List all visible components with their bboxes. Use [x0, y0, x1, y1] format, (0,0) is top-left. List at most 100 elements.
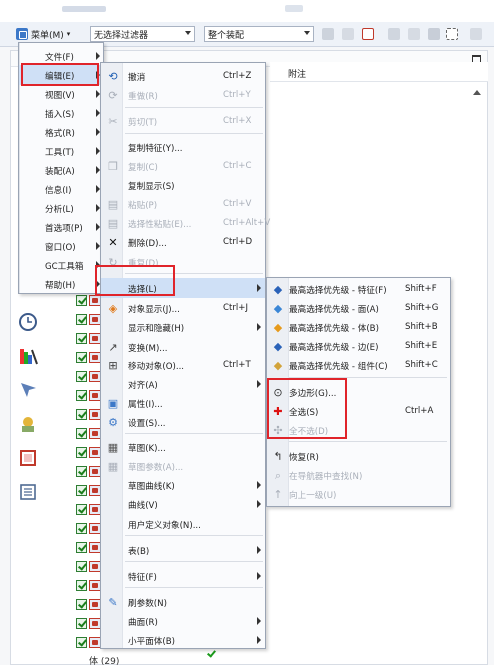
visibility-checkbox[interactable] — [76, 504, 87, 515]
edit-menu-item[interactable]: ⟳ 重做(R) Ctrl+Y — [101, 85, 265, 105]
edit-menu-item[interactable]: 曲面(R) — [101, 611, 265, 631]
edit-menu-item[interactable]: 选择(L) — [101, 278, 265, 298]
main-menu-item[interactable]: GC工具箱 — [19, 255, 103, 275]
menu-item-label: 装配(A) — [45, 167, 75, 177]
main-menu-item[interactable]: 分析(L) — [19, 198, 103, 218]
selection-scope-dropdown[interactable]: 整个装配 — [204, 26, 314, 42]
main-menu-item[interactable]: 信息(I) — [19, 179, 103, 199]
edit-menu-item[interactable]: ✎ 刷参数(N) — [101, 592, 265, 612]
visibility-checkbox[interactable] — [76, 371, 87, 382]
menu-item-label: 变换(M)... — [128, 344, 168, 354]
edit-menu-item[interactable]: 复制显示(S) — [101, 175, 265, 195]
visibility-checkbox[interactable] — [76, 637, 87, 648]
edit-menu-item[interactable]: ↗ 变换(M)... — [101, 337, 265, 357]
visibility-checkbox[interactable] — [76, 409, 87, 420]
edit-menu-item[interactable]: ↻ 重复(D) — [101, 252, 265, 272]
select-menu-item[interactable]: ◆ 最高选择优先级 - 体(B) Shift+B — [267, 317, 450, 337]
main-menu-item[interactable]: 帮助(H) — [19, 274, 103, 294]
visibility-checkbox[interactable] — [76, 447, 87, 458]
edit-menu-item[interactable]: 复制特征(Y)... — [101, 137, 265, 157]
scroll-up-icon[interactable] — [473, 90, 481, 95]
select-menu-item[interactable]: ⌕ 在导航器中查找(N) — [267, 465, 450, 485]
edit-menu-item[interactable]: ▦ 草图(K)... — [101, 437, 265, 457]
visibility-checkbox[interactable] — [76, 618, 87, 629]
select-feature-icon[interactable] — [362, 28, 374, 40]
filter-icon[interactable] — [342, 28, 354, 40]
visibility-checkbox[interactable] — [76, 428, 87, 439]
edit-menu-item[interactable]: 对齐(A) — [101, 374, 265, 394]
edit-menu-item[interactable]: ◈ 对象显示(J)... Ctrl+J — [101, 298, 265, 318]
chevron-right-icon — [257, 284, 261, 292]
select-menu-item[interactable]: ◆ 最高选择优先级 - 组件(C) Shift+C — [267, 355, 450, 375]
visibility-checkbox[interactable] — [76, 561, 87, 572]
visibility-checkbox[interactable] — [76, 542, 87, 553]
select-menu-item[interactable]: ◆ 最高选择优先级 - 面(A) Shift+G — [267, 298, 450, 318]
menu-item-label: 向上一级(U) — [289, 491, 337, 501]
select-menu-item[interactable]: ⊙ 多边形(G)... — [267, 382, 450, 402]
menu-separator — [289, 441, 447, 442]
visibility-checkbox[interactable] — [76, 466, 87, 477]
edit-menu-item[interactable]: ✕ 删除(D)... Ctrl+D — [101, 232, 265, 252]
menu-button[interactable]: 菜单(M) ▾ — [14, 25, 84, 43]
main-menu-item[interactable]: 首选项(P) — [19, 217, 103, 237]
main-menu-item[interactable]: 装配(A) — [19, 160, 103, 180]
system-icon[interactable] — [18, 414, 40, 436]
edit-menu-item[interactable]: 特征(F) — [101, 566, 265, 586]
roles-icon[interactable] — [18, 380, 40, 402]
visibility-checkbox[interactable] — [76, 295, 87, 306]
snap-icon[interactable] — [322, 28, 334, 40]
select-menu-item[interactable]: ◆ 最高选择优先级 - 边(E) Shift+E — [267, 336, 450, 356]
edit-menu-item[interactable]: ▦ 草图参数(A)... — [101, 456, 265, 476]
menu-item-label: 刷参数(N) — [128, 599, 167, 609]
edit-menu-item[interactable]: ⟲ 撤消 Ctrl+Z — [101, 66, 265, 86]
menu-item-shortcut: Shift+C — [405, 360, 438, 370]
edit-menu-item[interactable]: 小平面体(B) — [101, 630, 265, 650]
clock-icon[interactable] — [18, 312, 40, 334]
edit-menu-item[interactable]: ⚙ 设置(S)... — [101, 412, 265, 432]
analysis-color-icon[interactable] — [18, 346, 40, 368]
main-menu-item[interactable]: 窗口(O) — [19, 236, 103, 256]
visibility-checkbox[interactable] — [76, 485, 87, 496]
visibility-checkbox[interactable] — [76, 580, 87, 591]
edit-menu-item[interactable]: 表(B) — [101, 540, 265, 560]
select-body-icon[interactable] — [408, 28, 420, 40]
transform-icon: ↗ — [108, 340, 118, 354]
selection-filter-dropdown[interactable]: 无选择过滤器 — [90, 26, 195, 42]
main-menu-item[interactable]: 插入(S) — [19, 103, 103, 123]
edit-menu-item[interactable]: ❐ 复制(C) Ctrl+C — [101, 156, 265, 176]
edit-menu: ⟲ 撤消 Ctrl+Z ⟳ 重做(R) Ctrl+Y ✂ 剪切(T) Ctrl+X 复制特征(Y)… — [100, 62, 270, 650]
edit-menu-item[interactable]: ▤ 选择性粘贴(E)... Ctrl+Alt+V — [101, 213, 270, 233]
edit-menu-item[interactable]: ✂ 剪切(T) Ctrl+X — [101, 111, 265, 131]
main-menu-item[interactable]: 编辑(E) — [19, 65, 103, 85]
edit-menu-item[interactable]: ▤ 粘贴(P) Ctrl+V — [101, 194, 265, 214]
main-menu-item[interactable]: 格式(R) — [19, 122, 103, 142]
main-menu-item[interactable]: 视图(V) — [19, 84, 103, 104]
select-menu-item[interactable]: ◆ 最高选择优先级 - 特征(F) Shift+F — [267, 279, 450, 299]
history-icon[interactable] — [18, 448, 40, 470]
chevron-down-icon: ▾ — [66, 30, 71, 38]
select-menu-item[interactable]: ✣ 全不选(D) — [267, 420, 450, 440]
visibility-checkbox[interactable] — [76, 599, 87, 610]
edit-menu-item[interactable]: 显示和隐藏(H) — [101, 317, 265, 337]
visibility-checkbox[interactable] — [76, 333, 87, 344]
edit-menu-item[interactable]: ⊞ 移动对象(O)... Ctrl+T — [101, 355, 265, 375]
main-menu-item[interactable]: 文件(F) — [19, 46, 103, 66]
select-menu-item[interactable]: ↑ 向上一级(U) — [267, 484, 450, 504]
select-menu-item[interactable]: ✚ 全选(S) Ctrl+A — [267, 401, 450, 421]
visibility-checkbox[interactable] — [76, 390, 87, 401]
palette-icon[interactable] — [18, 482, 40, 504]
select-edge-icon[interactable] — [428, 28, 440, 40]
edit-menu-item[interactable]: 曲线(V) — [101, 494, 265, 514]
visibility-checkbox[interactable] — [76, 523, 87, 534]
menu-separator — [125, 535, 263, 536]
rectangle-select-icon[interactable] — [446, 28, 458, 40]
edit-menu-item[interactable]: 用户定义对象(N)... — [101, 514, 265, 534]
visibility-checkbox[interactable] — [76, 314, 87, 325]
select-face-icon[interactable] — [388, 28, 400, 40]
select-menu-item[interactable]: ↰ 恢复(R) — [267, 446, 450, 466]
edit-menu-item[interactable]: 草图曲线(K) — [101, 475, 265, 495]
main-menu-item[interactable]: 工具(T) — [19, 141, 103, 161]
more-tools-icon[interactable] — [470, 28, 482, 40]
visibility-checkbox[interactable] — [76, 352, 87, 363]
edit-menu-item[interactable]: ▣ 属性(I)... — [101, 393, 265, 413]
